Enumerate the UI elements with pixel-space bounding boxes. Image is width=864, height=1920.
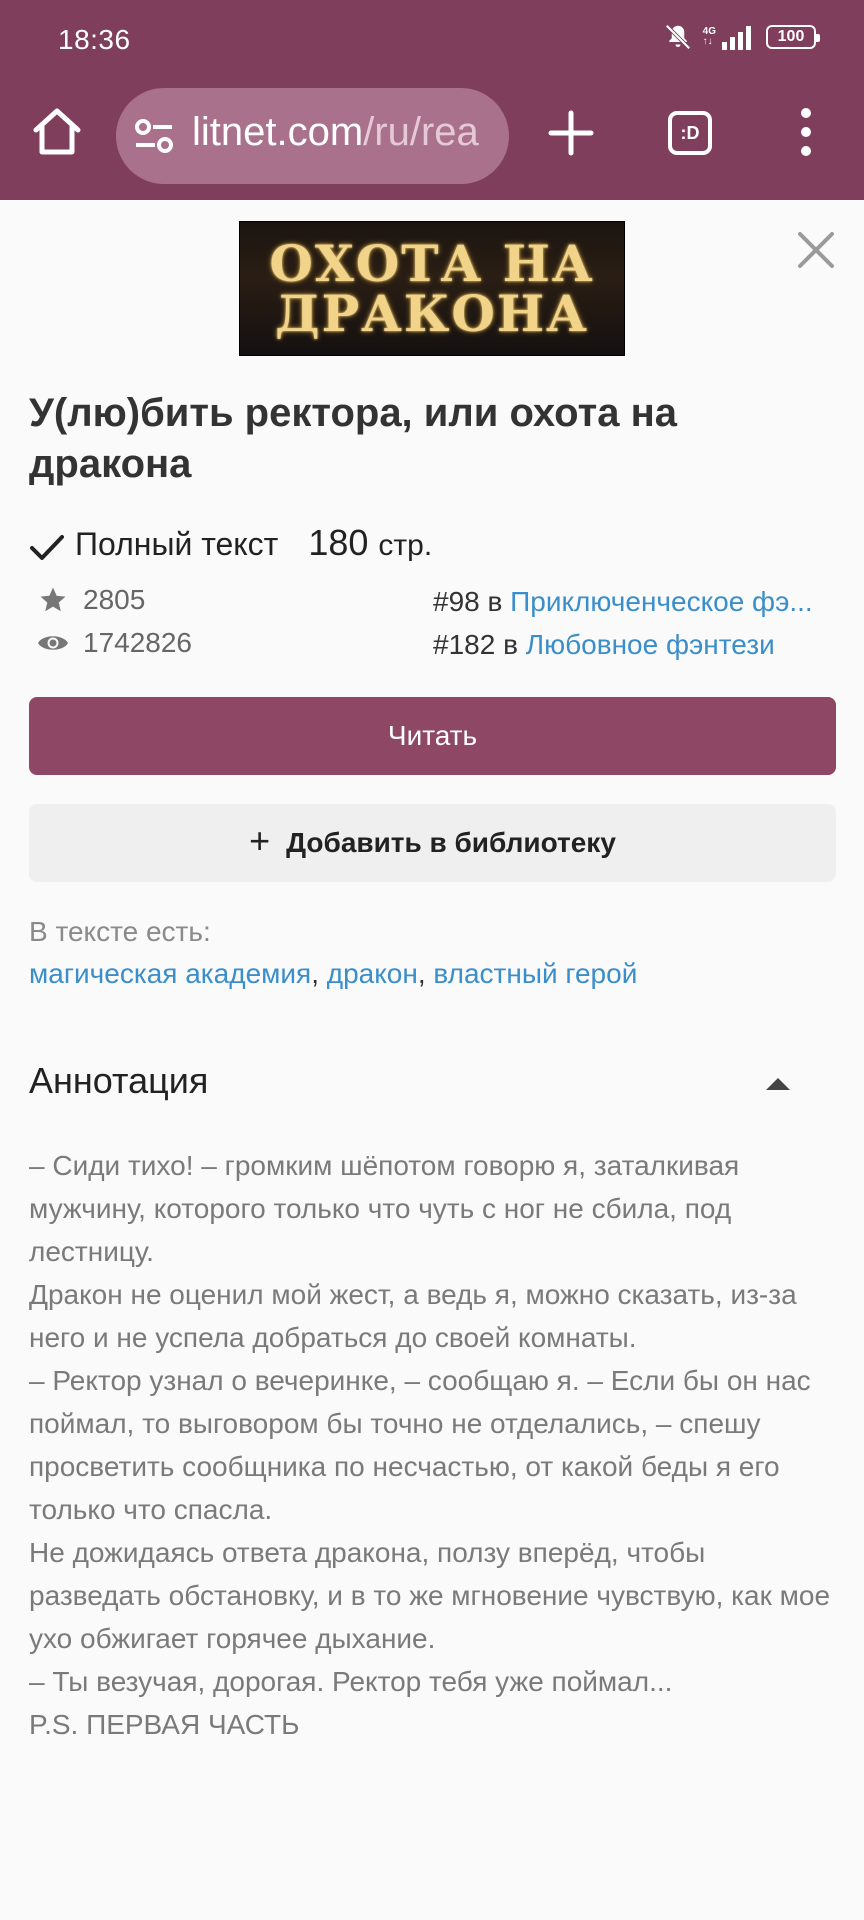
add-to-library-button[interactable]: + Добавить в библиотеку: [29, 804, 836, 882]
battery-icon: 100: [766, 25, 820, 49]
star-icon: [40, 587, 66, 612]
browser-toolbar: litnet.com/ru/rea :D: [0, 84, 864, 200]
add-to-library-label: Добавить в библиотеку: [286, 827, 616, 858]
full-text-label: Полный текст: [75, 526, 279, 562]
annotation-paragraph: – Сиди тихо! – громким шёпотом говорю я,…: [29, 1150, 740, 1267]
eye-icon: [38, 636, 68, 650]
annotation-paragraph: – Ректор узнал о вечеринке, – сообщаю я.…: [29, 1365, 811, 1525]
annotation-text: – Сиди тихо! – громким шёпотом говорю я,…: [29, 1144, 839, 1746]
site-settings-icon[interactable]: [134, 118, 174, 154]
collapse-caret-icon[interactable]: [766, 1078, 790, 1090]
annotation-paragraph: P.S. ПЕРВАЯ ЧАСТЬ: [29, 1709, 300, 1740]
close-icon[interactable]: [796, 230, 836, 270]
tab-switcher-icon[interactable]: :D: [668, 111, 712, 155]
home-icon[interactable]: [30, 104, 84, 158]
book-cover-image[interactable]: ОХОТА НА ДРАКОНА: [239, 221, 625, 356]
address-bar[interactable]: litnet.com/ru/rea: [116, 88, 509, 184]
rank-romantic-fantasy: #182 в Любовное фэнтези: [433, 629, 775, 660]
signal-icon: [722, 26, 751, 50]
rank-adventure-fantasy: #98 в Приключенческое фэ...: [433, 586, 813, 617]
checkmark-icon: [30, 535, 64, 560]
new-tab-plus-icon[interactable]: [548, 110, 594, 156]
tag-link[interactable]: магическая академия: [29, 958, 311, 989]
status-bar: 18:36 4G ↑↓ 100: [0, 0, 864, 84]
tags-list: магическая академия, дракон, властный ге…: [29, 958, 638, 989]
network-type: 4G ↑↓: [702, 26, 716, 47]
pages-count: 180: [308, 522, 369, 563]
annotation-paragraph: Не дожидаясь ответа дракона, ползу вперё…: [29, 1537, 831, 1654]
book-title: У(лю)бить ректора, или охота на дракона: [29, 391, 677, 486]
pages-unit: стр.: [378, 529, 433, 562]
annotation-paragraph: Дракон не оценил мой жест, а ведь я, мож…: [29, 1279, 797, 1353]
book-details-sheet: ОХОТА НА ДРАКОНА У(лю)бить ректора, или …: [0, 200, 864, 1920]
rating-value: 2805: [83, 584, 146, 615]
plus-icon: +: [249, 820, 271, 861]
status-time: 18:36: [58, 24, 131, 55]
annotation-heading[interactable]: Аннотация: [29, 1060, 208, 1102]
tag-link[interactable]: дракон: [327, 958, 418, 989]
mute-icon: [665, 24, 691, 50]
views-stat: 1742826: [37, 627, 192, 659]
book-status-row: Полный текст 180 стр.: [29, 522, 432, 564]
genre-link-adventure[interactable]: Приключенческое фэ...: [510, 586, 813, 617]
status-icons: 4G ↑↓ 100: [663, 22, 820, 52]
annotation-paragraph: – Ты везучая, дорогая. Ректор тебя уже п…: [29, 1666, 673, 1697]
url-text[interactable]: litnet.com/ru/rea: [192, 110, 479, 155]
overflow-menu-icon[interactable]: [796, 108, 816, 156]
genre-link-romance[interactable]: Любовное фэнтези: [526, 629, 775, 660]
rating-stat: 2805: [37, 584, 145, 616]
views-value: 1742826: [83, 627, 193, 658]
read-button[interactable]: Читать: [29, 697, 836, 775]
tag-link[interactable]: властный герой: [433, 958, 637, 989]
tags-label: В тексте есть:: [29, 916, 211, 947]
